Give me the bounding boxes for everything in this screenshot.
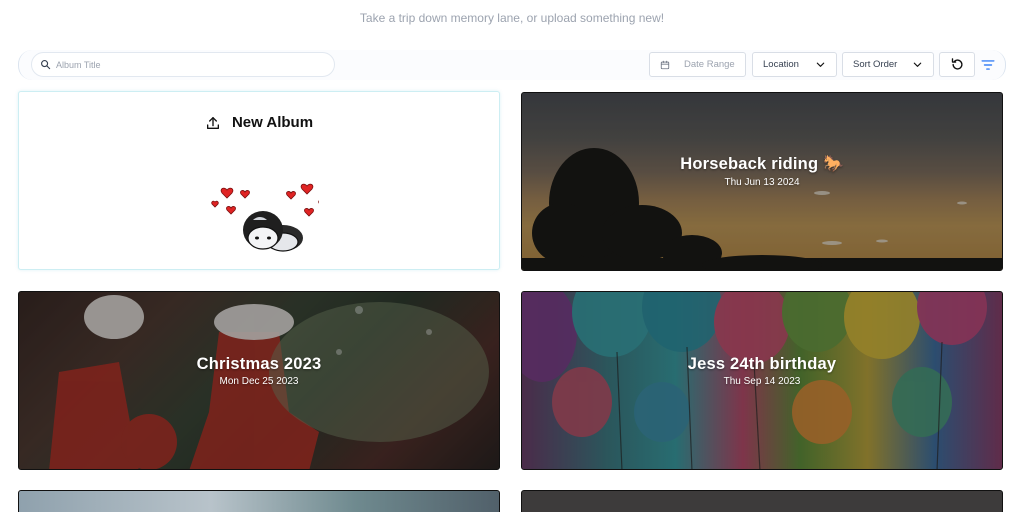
album-title-search-input[interactable] (56, 59, 316, 70)
sort-order-label: Sort Order (853, 59, 898, 70)
date-range-picker[interactable]: Date Range (649, 52, 746, 77)
album-card[interactable] (18, 490, 500, 512)
page-subtitle: Take a trip down memory lane, or upload … (359, 11, 665, 25)
calendar-icon (660, 60, 670, 69)
album-card[interactable]: Jess 24th birthday Thu Sep 14 2023 (521, 291, 1003, 470)
album-title: Christmas 2023 (196, 355, 322, 373)
album-card[interactable] (521, 490, 1003, 512)
album-date: Thu Sep 14 2023 (723, 376, 801, 387)
sort-order-dropdown[interactable]: Sort Order (842, 52, 934, 77)
refresh-icon (951, 58, 963, 70)
album-date: Mon Dec 25 2023 (219, 376, 299, 387)
new-album-label: New Album (231, 114, 314, 131)
album-card[interactable]: Christmas 2023 Mon Dec 25 2023 (18, 291, 500, 470)
upload-icon (206, 116, 219, 129)
search-box[interactable] (31, 52, 335, 77)
album-card[interactable]: Horseback riding 🐎 Thu Jun 13 2024 (521, 92, 1003, 271)
chevron-down-icon (913, 62, 922, 67)
album-date: Thu Jun 13 2024 (724, 177, 800, 188)
new-album-button[interactable]: New Album (19, 114, 499, 131)
album-title: Horseback riding 🐎 (680, 155, 844, 173)
location-dropdown[interactable]: Location (752, 52, 837, 77)
new-album-card[interactable]: New Album (18, 91, 500, 270)
reset-filters-button[interactable] (939, 52, 975, 77)
filter-icon (981, 60, 995, 70)
chevron-down-icon (816, 62, 825, 67)
filter-toolbar: Date Range Location Sort Order (18, 50, 1006, 80)
album-title: Jess 24th birthday (687, 355, 837, 373)
penguins-hearts-illustration (211, 183, 319, 252)
filter-toggle-button[interactable] (979, 56, 997, 74)
date-range-label: Date Range (684, 59, 735, 70)
location-label: Location (763, 59, 799, 70)
search-icon (41, 60, 51, 70)
